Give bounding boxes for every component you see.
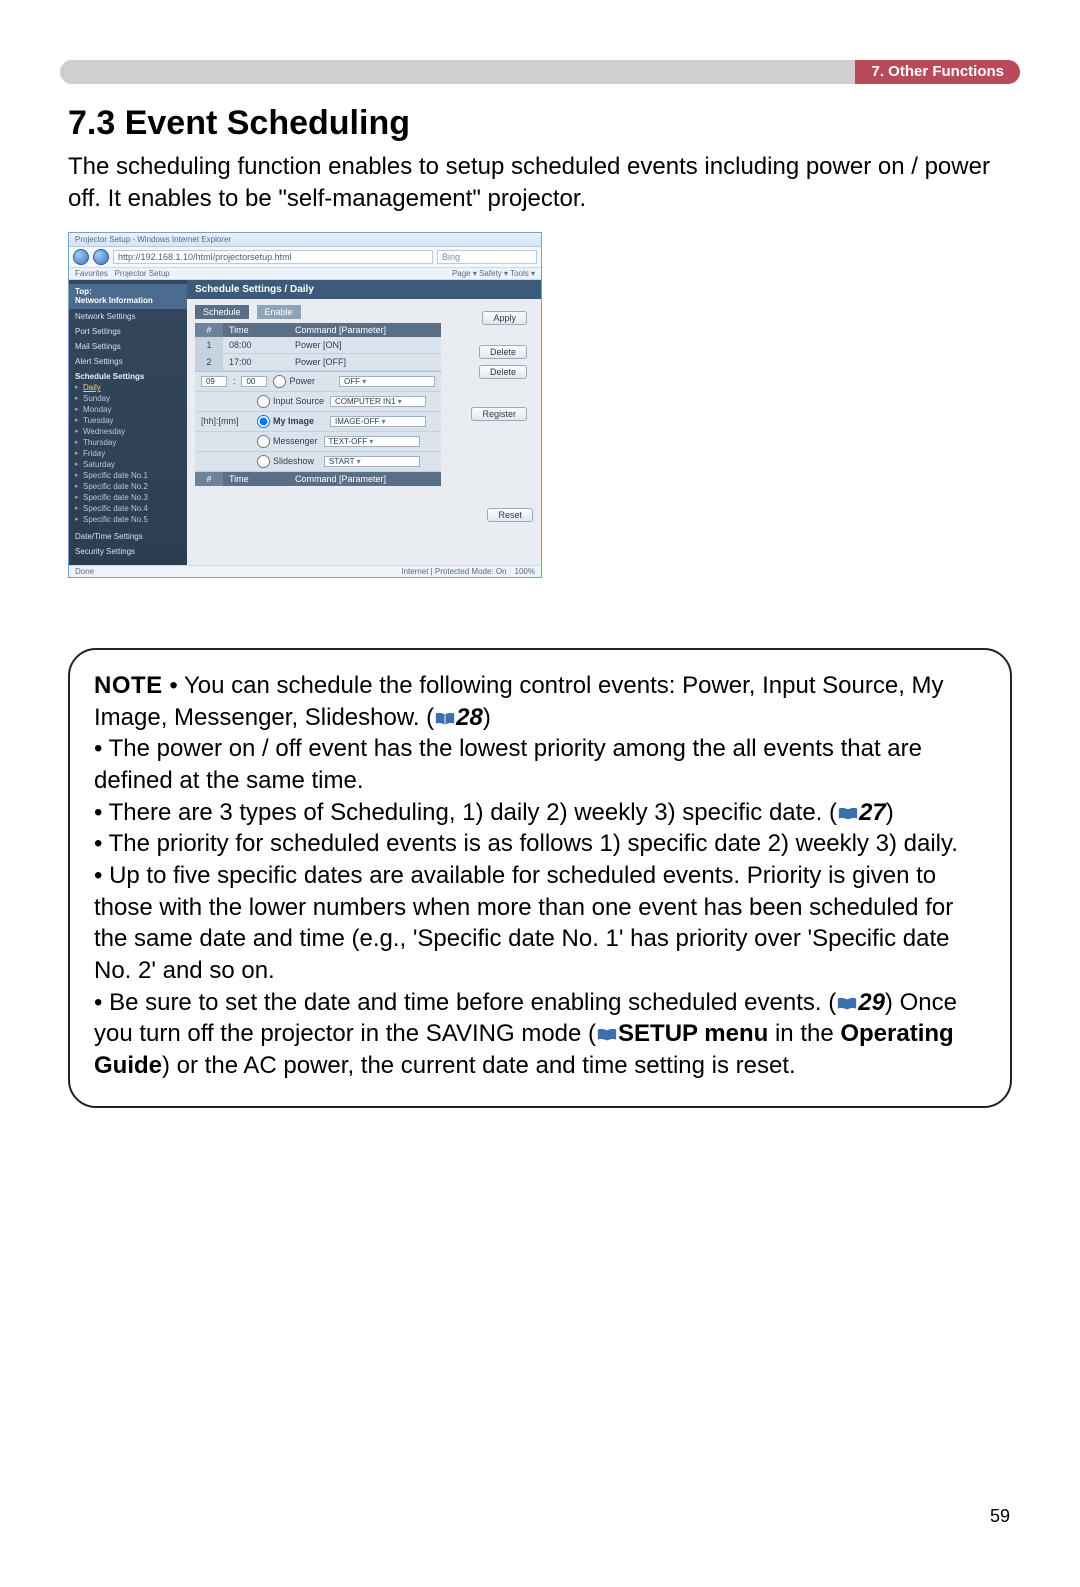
book-icon bbox=[836, 996, 858, 1012]
reg-time-label: [hh]:[mm] bbox=[201, 416, 251, 426]
embedded-screenshot: Projector Setup - Windows Internet Explo… bbox=[68, 232, 542, 578]
sidebar-item-mail[interactable]: Mail Settings bbox=[69, 339, 187, 354]
note-setup-menu: SETUP menu bbox=[618, 1020, 768, 1047]
window-titlebar: Projector Setup - Windows Internet Explo… bbox=[69, 233, 541, 247]
schedule-chip: Schedule bbox=[195, 305, 249, 319]
myimage-select[interactable]: IMAGE-OFF bbox=[330, 416, 426, 427]
page-number: 59 bbox=[990, 1506, 1010, 1527]
delete-button-2[interactable]: Delete bbox=[479, 365, 527, 379]
note-box: NOTE • You can schedule the following co… bbox=[68, 648, 1012, 1108]
intro-paragraph: The scheduling function enables to setup… bbox=[68, 151, 1012, 216]
settings-sidebar: Top: Network Information Network Setting… bbox=[69, 280, 187, 565]
radio-input[interactable] bbox=[257, 395, 270, 408]
editor-row-input: Input Source COMPUTER IN1 bbox=[195, 392, 441, 412]
sidebar-schedule-saturday[interactable]: Saturday bbox=[69, 459, 187, 470]
status-zoom[interactable]: 100% bbox=[515, 567, 535, 576]
sidebar-schedule-header: Schedule Settings bbox=[69, 369, 187, 382]
chapter-label: 7. Other Functions bbox=[855, 60, 1020, 84]
slideshow-select[interactable]: START bbox=[324, 456, 420, 467]
radio-myimage[interactable] bbox=[257, 415, 270, 428]
sidebar-schedule-thursday[interactable]: Thursday bbox=[69, 437, 187, 448]
sidebar-item-security[interactable]: Security Settings bbox=[69, 544, 187, 559]
note-bullet-4: • The priority for scheduled events is a… bbox=[94, 828, 986, 860]
table-header-2: # Time Command [Parameter] bbox=[195, 472, 441, 486]
note-bullet-2: • The power on / off event has the lowes… bbox=[94, 733, 986, 796]
active-tab[interactable]: Projector Setup bbox=[115, 269, 170, 278]
sidebar-top[interactable]: Top: Network Information bbox=[69, 284, 187, 309]
back-icon[interactable] bbox=[73, 249, 89, 265]
sidebar-schedule-spec5[interactable]: Specific date No.5 bbox=[69, 514, 187, 525]
note-bullet-1a: • You can schedule the following control… bbox=[94, 672, 944, 731]
table-header: # Time Command [Parameter] bbox=[195, 323, 441, 337]
page-ref-29: 29 bbox=[858, 989, 885, 1016]
main-panel: Schedule Settings / Daily Schedule Enabl… bbox=[187, 280, 541, 565]
note-bullet-6a: • Be sure to set the date and time befor… bbox=[94, 989, 836, 1016]
sidebar-item-alert[interactable]: Alert Settings bbox=[69, 354, 187, 369]
sidebar-schedule-spec4[interactable]: Specific date No.4 bbox=[69, 503, 187, 514]
sidebar-schedule-daily[interactable]: Daily bbox=[69, 382, 187, 393]
table-row: 1 08:00 Power [ON] bbox=[195, 337, 441, 354]
page-ref-28: 28 bbox=[456, 704, 483, 731]
note-bullet-3b: ) bbox=[886, 799, 894, 826]
action-column: Apply Delete Delete Register bbox=[449, 305, 533, 486]
sidebar-schedule-spec1[interactable]: Specific date No.1 bbox=[69, 470, 187, 481]
sidebar-item-datetime[interactable]: Date/Time Settings bbox=[69, 529, 187, 544]
editor-row-slideshow: Slideshow START bbox=[195, 452, 441, 472]
sidebar-schedule-monday[interactable]: Monday bbox=[69, 404, 187, 415]
sidebar-item-network[interactable]: Network Settings bbox=[69, 309, 187, 324]
hh-field[interactable]: 09 bbox=[201, 376, 227, 387]
sidebar-schedule-wednesday[interactable]: Wednesday bbox=[69, 426, 187, 437]
address-bar[interactable]: http://192.168.1.10/html/projectorsetup.… bbox=[113, 250, 433, 264]
status-left: Done bbox=[75, 567, 94, 576]
book-icon bbox=[596, 1027, 618, 1043]
register-button[interactable]: Register bbox=[471, 407, 527, 421]
radio-slideshow[interactable] bbox=[257, 455, 270, 468]
th-num: # bbox=[195, 323, 223, 337]
browser-toolbar: http://192.168.1.10/html/projectorsetup.… bbox=[69, 247, 541, 268]
sidebar-schedule-spec2[interactable]: Specific date No.2 bbox=[69, 481, 187, 492]
note-bullet-6f: ) or the AC power, the current date and … bbox=[162, 1052, 796, 1079]
page-ref-27: 27 bbox=[859, 799, 886, 826]
sidebar-item-port[interactable]: Port Settings bbox=[69, 324, 187, 339]
apply-button[interactable]: Apply bbox=[482, 311, 527, 325]
favorites-label[interactable]: Favorites bbox=[75, 269, 108, 278]
section-title: 7.3 Event Scheduling bbox=[68, 104, 1012, 143]
sidebar-schedule-spec3[interactable]: Specific date No.3 bbox=[69, 492, 187, 503]
delete-button-1[interactable]: Delete bbox=[479, 345, 527, 359]
th-command: Command [Parameter] bbox=[289, 323, 441, 337]
note-bullet-5: • Up to five specific dates are availabl… bbox=[94, 860, 986, 987]
editor-row-power: 09 : 00 Power OFF bbox=[195, 371, 441, 392]
browser-tools[interactable]: Page ▾ Safety ▾ Tools ▾ bbox=[452, 269, 535, 278]
editor-row-messenger: Messenger TEXT-OFF bbox=[195, 432, 441, 452]
status-zone: Internet | Protected Mode: On bbox=[401, 567, 506, 576]
sidebar-schedule-tuesday[interactable]: Tuesday bbox=[69, 415, 187, 426]
panel-title: Schedule Settings / Daily bbox=[187, 280, 541, 299]
note-bullet-6d: in the bbox=[768, 1020, 840, 1047]
forward-icon[interactable] bbox=[93, 249, 109, 265]
radio-power[interactable] bbox=[273, 375, 286, 388]
book-icon bbox=[434, 711, 456, 727]
input-select[interactable]: COMPUTER IN1 bbox=[330, 396, 426, 407]
sidebar-schedule-sunday[interactable]: Sunday bbox=[69, 393, 187, 404]
note-bullet-3a: • There are 3 types of Scheduling, 1) da… bbox=[94, 799, 837, 826]
search-box[interactable]: Bing bbox=[437, 250, 537, 264]
messenger-select[interactable]: TEXT-OFF bbox=[324, 436, 420, 447]
book-icon bbox=[837, 806, 859, 822]
note-bullet-1b: ) bbox=[483, 704, 491, 731]
sidebar-schedule-friday[interactable]: Friday bbox=[69, 448, 187, 459]
mm-field[interactable]: 00 bbox=[241, 376, 267, 387]
th-time: Time bbox=[223, 323, 289, 337]
enable-chip[interactable]: Enable bbox=[257, 305, 301, 319]
status-bar: Done Internet | Protected Mode: On 100% bbox=[69, 565, 541, 577]
table-row: 2 17:00 Power [OFF] bbox=[195, 354, 441, 371]
power-select[interactable]: OFF bbox=[339, 376, 435, 387]
chapter-header-bar: 7. Other Functions bbox=[60, 60, 1020, 84]
radio-messenger[interactable] bbox=[257, 435, 270, 448]
note-lead: NOTE bbox=[94, 672, 163, 699]
editor-row-myimage: [hh]:[mm] My Image IMAGE-OFF bbox=[195, 412, 441, 432]
reset-button[interactable]: Reset bbox=[487, 508, 533, 522]
favorites-bar: Favorites Projector Setup Page ▾ Safety … bbox=[69, 268, 541, 280]
